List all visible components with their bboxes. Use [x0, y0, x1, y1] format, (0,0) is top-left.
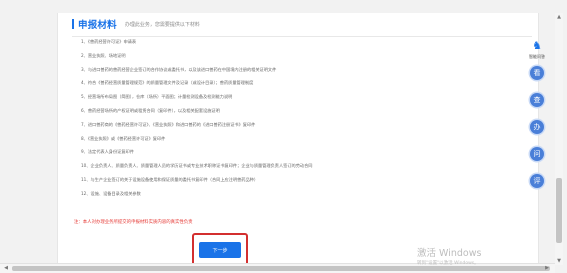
materials-list: 1、《兽药经营许可证》申请表 2、营业执照、场地证明 3、与进口兽药的兽药经营企…: [81, 35, 501, 201]
material-item: 6、兽药经营场所的产权证明或租赁合同（复印件），以及相关配套设施证明: [81, 107, 220, 113]
section-title: 申报材料: [78, 20, 117, 31]
material-item: 9、法定代表人身份证复印件: [81, 149, 134, 155]
next-button[interactable]: 下一步: [199, 242, 241, 258]
header-accent-bar: [72, 19, 74, 29]
material-item: 1、《兽药经营许可证》申请表: [81, 39, 137, 44]
smart-qa-widget[interactable]: ♞ 智能问答: [521, 38, 553, 60]
material-item: 8、《营业执照》或《兽药经营许可证》复印件: [81, 135, 166, 141]
windows-activation-watermark: 激活 Windows 转到"设置"以激活 Windows。: [417, 245, 481, 266]
robot-icon: ♞: [532, 39, 542, 52]
section-subtitle: 办理此业务，您需要提供以下材料: [124, 21, 200, 28]
responsibility-notice: 注：本人对办理业务所提交的申报材料实质内容的真实性负责: [74, 220, 193, 225]
vertical-scroll-thumb[interactable]: [556, 178, 562, 243]
right-sidebar: ♞ 智能问答 看 查 办 问 评: [521, 38, 553, 198]
sidebar-ask-button[interactable]: 问: [530, 147, 544, 161]
horizontal-scroll-thumb[interactable]: [12, 266, 550, 271]
material-item: 12、设施、设备目录及相关参数: [81, 190, 141, 196]
sidebar-rate-button[interactable]: 评: [530, 174, 544, 188]
material-item: 5、经营场所布局图（简图），仓库（场所）平面图；计量检测设备及检测能力说明: [81, 94, 233, 100]
scroll-up-arrow-icon[interactable]: ▲: [555, 13, 563, 21]
sidebar-search-button[interactable]: 查: [530, 93, 544, 107]
section-header: 申报材料 办理此业务，您需要提供以下材料: [72, 15, 534, 33]
watermark-subtitle: 转到"设置"以激活 Windows。: [417, 261, 479, 266]
sidebar-handle-button[interactable]: 办: [530, 120, 544, 134]
smart-qa-label: 智能问答: [529, 54, 545, 59]
vertical-scrollbar[interactable]: ▲ ▼: [555, 13, 563, 265]
material-item: 4、符合《兽药经营质量管理规范》的质量管理文件及记录（或设计目录）；兽药质量管理…: [81, 80, 254, 86]
material-item: 10、企业负责人、质量负责人、质量管理人员的学历证书或专业技术职称证书复印件；企…: [81, 163, 313, 169]
material-item: 11、与生产企业签订的关于设施设备使用和保证质量的委托书复印件（合同上应注明兽药…: [81, 176, 259, 182]
material-item: 3、与进口兽药的兽药经营企业签订的合作协议或委托书，以及该进口兽药在中国境内注册…: [81, 66, 277, 72]
material-item: 2、营业执照、场地证明: [81, 52, 126, 58]
watermark-title: 激活 Windows: [417, 248, 482, 259]
scroll-down-arrow-icon[interactable]: ▼: [555, 257, 563, 265]
sidebar-view-button[interactable]: 看: [530, 66, 544, 80]
next-button-highlight: 下一步: [192, 233, 248, 267]
material-item: 7、进口兽药商的《兽药经营许可证》、《营业执照》和进口兽药的《进口兽药注册证书》…: [81, 121, 256, 127]
